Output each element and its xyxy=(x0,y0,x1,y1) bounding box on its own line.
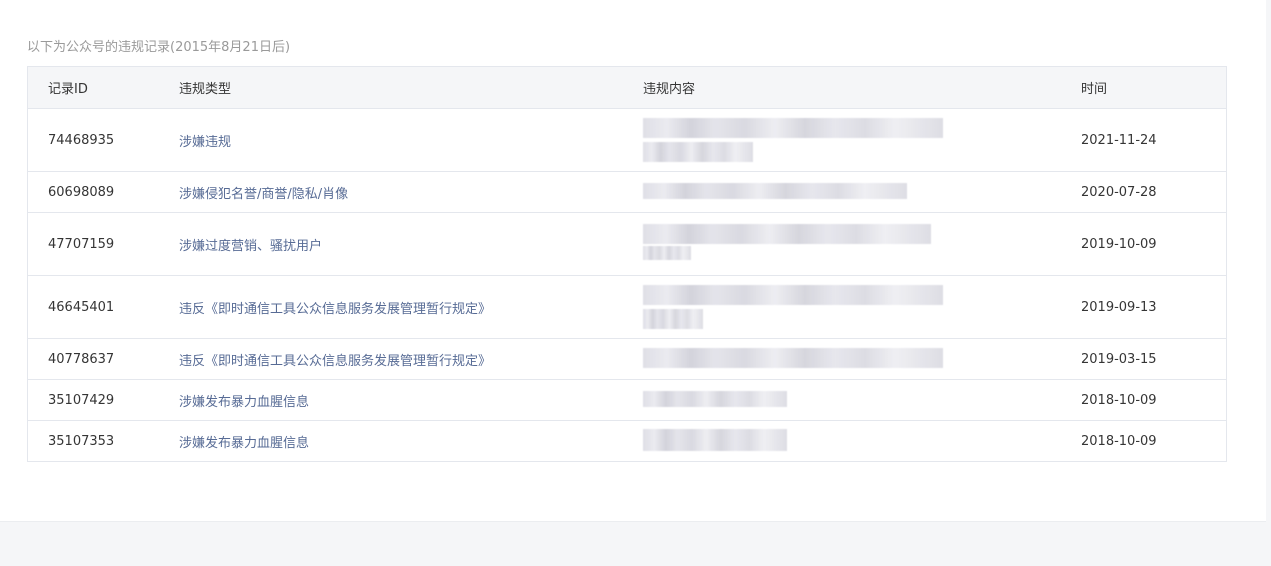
table-header-row: 记录ID 违规类型 违规内容 时间 xyxy=(28,67,1226,108)
record-id: 47707159 xyxy=(48,236,115,252)
violation-type: 违反《即时通信工具公众信息服务发展管理暂行规定》 xyxy=(179,353,492,369)
blurred-text xyxy=(643,118,943,138)
violation-type: 涉嫌发布暴力血腥信息 xyxy=(179,394,310,410)
record-id: 60698089 xyxy=(48,184,115,200)
violation-time: 2018-10-09 xyxy=(1081,392,1157,408)
table-row: 74468935 涉嫌违规 2021-11-24 xyxy=(28,108,1226,171)
violation-content-blurred xyxy=(623,109,1060,171)
record-id: 40778637 xyxy=(48,351,115,367)
violation-content-blurred xyxy=(623,339,1060,379)
intro-text: 以下为公众号的违规记录(2015年8月21日后) xyxy=(27,40,291,55)
blurred-text xyxy=(643,309,703,329)
violation-time: 2021-11-24 xyxy=(1081,132,1157,148)
violation-records-panel: 以下为公众号的违规记录(2015年8月21日后) 记录ID 违规类型 违规内容 … xyxy=(0,0,1266,522)
table-row: 46645401 违反《即时通信工具公众信息服务发展管理暂行规定》 2019-0… xyxy=(28,275,1226,338)
header-violation-content: 违规内容 xyxy=(623,67,1060,108)
table-row: 47707159 涉嫌过度营销、骚扰用户 2019-10-09 xyxy=(28,212,1226,275)
violation-time: 2018-10-09 xyxy=(1081,433,1157,449)
blurred-text xyxy=(643,391,787,407)
blurred-text xyxy=(643,348,943,368)
blurred-text xyxy=(643,285,943,305)
violation-time: 2020-07-28 xyxy=(1081,184,1157,200)
violation-type: 涉嫌侵犯名誉/商誉/隐私/肖像 xyxy=(179,186,349,202)
blurred-text xyxy=(643,224,931,244)
blurred-text xyxy=(643,183,907,199)
violation-content-blurred xyxy=(623,276,1060,338)
record-id: 46645401 xyxy=(48,299,115,315)
blurred-text xyxy=(643,246,691,260)
violation-table: 记录ID 违规类型 违规内容 时间 74468935 涉嫌违规 2021-11-… xyxy=(27,66,1227,462)
violation-time: 2019-03-15 xyxy=(1081,351,1157,367)
violation-type: 违反《即时通信工具公众信息服务发展管理暂行规定》 xyxy=(179,301,492,317)
header-time: 时间 xyxy=(1081,82,1108,97)
header-violation-type: 违规类型 xyxy=(179,82,232,97)
violation-type: 涉嫌违规 xyxy=(179,134,232,150)
table-row: 35107353 涉嫌发布暴力血腥信息 2018-10-09 xyxy=(28,420,1226,461)
record-id: 35107429 xyxy=(48,392,115,408)
violation-content-blurred xyxy=(623,172,1060,212)
violation-type: 涉嫌发布暴力血腥信息 xyxy=(179,435,310,451)
header-violation-content-label: 违规内容 xyxy=(643,82,696,97)
table-row: 35107429 涉嫌发布暴力血腥信息 2018-10-09 xyxy=(28,379,1226,420)
blurred-text xyxy=(643,429,787,451)
violation-type: 涉嫌过度营销、骚扰用户 xyxy=(179,238,323,254)
violation-time: 2019-10-09 xyxy=(1081,236,1157,252)
violation-time: 2019-09-13 xyxy=(1081,299,1157,315)
table-row: 60698089 涉嫌侵犯名誉/商誉/隐私/肖像 2020-07-28 xyxy=(28,171,1226,212)
blurred-text xyxy=(643,142,753,162)
header-record-id: 记录ID xyxy=(48,82,88,97)
record-id: 74468935 xyxy=(48,132,115,148)
violation-content-blurred xyxy=(623,380,1060,420)
table-row: 40778637 违反《即时通信工具公众信息服务发展管理暂行规定》 2019-0… xyxy=(28,338,1226,379)
record-id: 35107353 xyxy=(48,433,115,449)
violation-content-blurred xyxy=(623,421,1060,461)
violation-content-blurred xyxy=(623,213,1060,275)
